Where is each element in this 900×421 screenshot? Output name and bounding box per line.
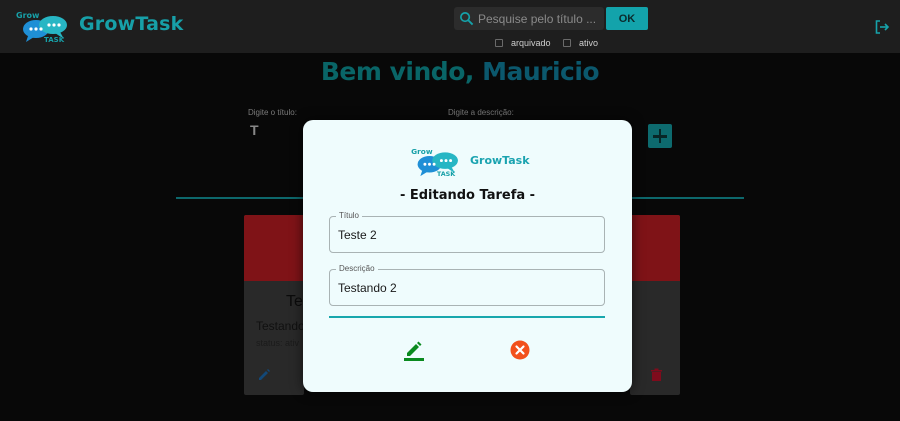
svg-text:Grow: Grow <box>16 11 40 20</box>
search-ok-button[interactable]: OK <box>606 7 648 30</box>
archived-checkbox[interactable] <box>495 38 503 47</box>
filter-active-label: ativo <box>579 37 599 48</box>
pencil-icon[interactable] <box>403 339 425 361</box>
modal-brand-name: GrowTask <box>470 154 530 167</box>
logo-icon: Grow TASK <box>16 11 67 44</box>
modal-divider <box>329 316 605 318</box>
brand-name: GrowTask <box>79 13 184 35</box>
modal-heading: - Editando Tarefa - <box>399 188 536 203</box>
title-field-label: Título <box>336 211 363 221</box>
top-navbar: Grow TASK GrowTask OK arquivado ativo <box>0 0 900 53</box>
title-field: Título <box>329 211 605 253</box>
svg-text:Grow: Grow <box>411 147 433 156</box>
edit-task-modal: Grow TASK GrowTask - Editando Tarefa - T… <box>303 120 632 392</box>
title-input[interactable] <box>338 226 588 244</box>
filter-active[interactable]: ativo <box>563 37 598 48</box>
logo-icon: Grow TASK <box>411 147 458 178</box>
search-box <box>454 7 604 30</box>
active-checkbox[interactable] <box>563 38 571 47</box>
filter-archived[interactable]: arquivado <box>495 37 551 48</box>
search-input[interactable] <box>478 7 602 30</box>
description-field: Descrição <box>329 264 605 306</box>
svg-text:TASK: TASK <box>437 170 456 178</box>
close-circle-icon[interactable] <box>510 340 530 360</box>
logout-icon[interactable] <box>874 19 890 35</box>
description-field-label: Descrição <box>336 264 378 274</box>
description-input[interactable] <box>338 279 588 297</box>
svg-text:TASK: TASK <box>44 36 65 44</box>
filter-archived-label: arquivado <box>511 37 551 48</box>
search-icon <box>460 12 474 26</box>
